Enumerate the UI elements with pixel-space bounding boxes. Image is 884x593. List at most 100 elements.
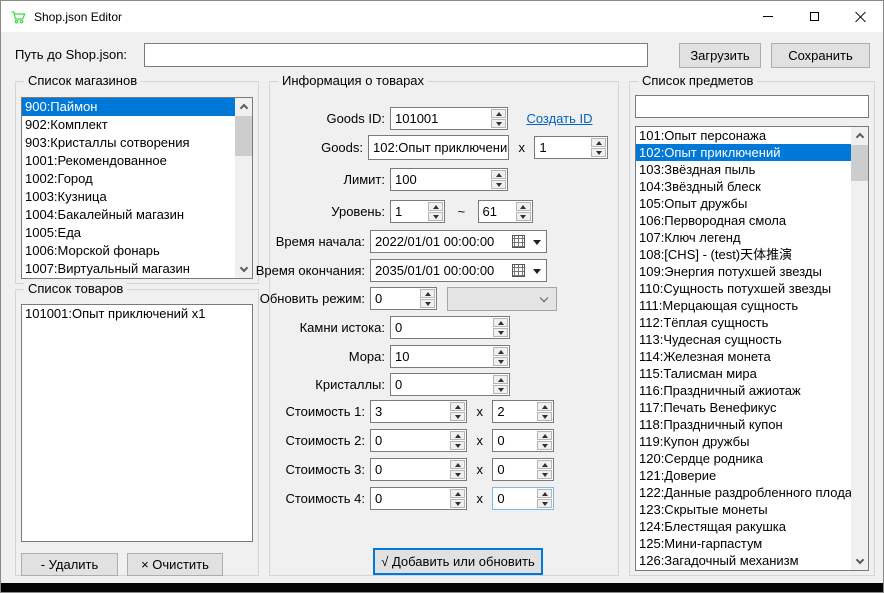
mora-spinner[interactable]: 10 — [390, 345, 510, 368]
shops-scrollbar[interactable] — [235, 98, 252, 278]
cost1-id-spinner[interactable]: 3 — [370, 400, 467, 423]
spin-up-button[interactable] — [591, 138, 606, 147]
list-item[interactable]: 903:Кристаллы сотворения — [22, 134, 235, 152]
spin-up-button[interactable] — [537, 460, 552, 469]
spin-up-button[interactable] — [537, 402, 552, 411]
begin-time-picker[interactable]: 2022/01/01 00:00:00 — [370, 230, 547, 253]
spin-down-button[interactable] — [493, 328, 508, 337]
list-item[interactable]: 1002:Город — [22, 170, 235, 188]
spin-up-button[interactable] — [537, 431, 552, 440]
spin-down-button[interactable] — [420, 299, 435, 308]
list-item[interactable]: 108:[CHS] - (test)天体推演 — [636, 246, 851, 263]
clear-button[interactable]: × Очистить — [127, 553, 223, 576]
list-item[interactable]: 1001:Рекомендованное — [22, 152, 235, 170]
spin-down-button[interactable] — [491, 119, 506, 128]
list-item[interactable]: 115:Талисман мира — [636, 365, 851, 382]
list-item[interactable]: 114:Железная монета — [636, 348, 851, 365]
list-item[interactable]: 1004:Бакалейный магазин — [22, 206, 235, 224]
spin-up-button[interactable] — [493, 375, 508, 384]
spin-down-button[interactable] — [493, 385, 508, 394]
scroll-up-button[interactable] — [235, 98, 252, 115]
list-item[interactable]: 111:Мерцающая сущность — [636, 297, 851, 314]
save-button[interactable]: Сохранить — [771, 43, 870, 68]
list-item[interactable]: 121:Доверие — [636, 467, 851, 484]
scroll-down-button[interactable] — [851, 553, 868, 570]
scroll-thumb[interactable] — [851, 145, 868, 181]
minimize-button[interactable] — [745, 1, 791, 32]
refresh-mode-spinner[interactable]: 0 — [370, 287, 437, 310]
list-item[interactable]: 120:Сердце родника — [636, 450, 851, 467]
spin-down-button[interactable] — [450, 470, 465, 479]
list-item[interactable]: 117:Печать Венефикус — [636, 399, 851, 416]
spin-up-button[interactable] — [450, 402, 465, 411]
list-item[interactable]: 118:Праздничный купон — [636, 416, 851, 433]
list-item[interactable]: 112:Тёплая сущность — [636, 314, 851, 331]
spin-down-button[interactable] — [537, 499, 552, 508]
primogems-spinner[interactable]: 0 — [390, 316, 510, 339]
spin-up-button[interactable] — [493, 347, 508, 356]
goods-count-spinner[interactable]: 1 — [534, 136, 608, 159]
spin-down-button[interactable] — [591, 148, 606, 157]
spin-down-button[interactable] — [537, 441, 552, 450]
level-min-spinner[interactable]: 1 — [390, 200, 445, 223]
cost1-count-spinner[interactable]: 2 — [492, 400, 554, 423]
end-time-picker[interactable]: 2035/01/01 00:00:00 — [370, 259, 547, 282]
list-item[interactable]: 113:Чудесная сущность — [636, 331, 851, 348]
goods-textbox[interactable]: 102:Опыт приключений — [368, 135, 509, 160]
list-item[interactable]: 106:Первородная смола — [636, 212, 851, 229]
spin-down-button[interactable] — [516, 212, 531, 221]
limit-spinner[interactable]: 100 — [390, 168, 508, 191]
list-item[interactable]: 126:Загадочный механизм — [636, 552, 851, 569]
spin-up-button[interactable] — [450, 460, 465, 469]
spin-up-button[interactable] — [450, 431, 465, 440]
list-item[interactable]: 102:Опыт приключений — [636, 144, 851, 161]
goods-id-spinner[interactable]: 101001 — [390, 107, 508, 130]
list-item[interactable]: 1005:Еда — [22, 224, 235, 242]
spin-up-button[interactable] — [491, 170, 506, 179]
spin-down-button[interactable] — [450, 441, 465, 450]
list-item[interactable]: 109:Энергия потухшей звезды — [636, 263, 851, 280]
cost3-id-spinner[interactable]: 0 — [370, 458, 467, 481]
list-item[interactable]: 902:Комплект — [22, 116, 235, 134]
list-item[interactable]: 122:Данные раздробленного плода — [636, 484, 851, 501]
list-item[interactable]: 1006:Морской фонарь — [22, 242, 235, 260]
list-item[interactable]: 119:Купон дружбы — [636, 433, 851, 450]
spin-up-button[interactable] — [493, 318, 508, 327]
spin-down-button[interactable] — [537, 470, 552, 479]
list-item[interactable]: 1007:Виртуальный магазин — [22, 260, 235, 278]
list-item[interactable]: 104:Звёздный блеск — [636, 178, 851, 195]
cost2-count-spinner[interactable]: 0 — [492, 429, 554, 452]
list-item[interactable]: 1003:Кузница — [22, 188, 235, 206]
spin-up-button[interactable] — [516, 202, 531, 211]
cost2-id-spinner[interactable]: 0 — [370, 429, 467, 452]
spin-down-button[interactable] — [493, 357, 508, 366]
scroll-down-button[interactable] — [235, 261, 252, 278]
spin-up-button[interactable] — [450, 489, 465, 498]
refresh-mode-combobox[interactable] — [447, 287, 557, 311]
cost4-count-spinner[interactable]: 0 — [492, 487, 554, 510]
list-item[interactable]: 900:Паймон — [22, 98, 235, 116]
delete-button[interactable]: - Удалить — [21, 553, 118, 576]
spin-down-button[interactable] — [537, 412, 552, 421]
close-button[interactable] — [837, 1, 883, 32]
list-item[interactable]: 123:Скрытые монеты — [636, 501, 851, 518]
items-search-input[interactable] — [635, 95, 869, 118]
spin-up-button[interactable] — [428, 202, 443, 211]
spin-down-button[interactable] — [450, 499, 465, 508]
crystals-spinner[interactable]: 0 — [390, 373, 510, 396]
list-item[interactable]: 110:Сущность потухшей звезды — [636, 280, 851, 297]
list-item[interactable]: 103:Звёздная пыль — [636, 161, 851, 178]
level-max-spinner[interactable]: 61 — [478, 200, 533, 223]
list-item[interactable]: 107:Ключ легенд — [636, 229, 851, 246]
list-item[interactable]: 101:Опыт персонажа — [636, 127, 851, 144]
list-item[interactable]: 105:Опыт дружбы — [636, 195, 851, 212]
scroll-up-button[interactable] — [851, 127, 868, 144]
scroll-thumb[interactable] — [235, 116, 252, 156]
items-scrollbar[interactable] — [851, 127, 868, 570]
path-input[interactable] — [144, 43, 648, 67]
spin-down-button[interactable] — [491, 180, 506, 189]
add-or-update-button[interactable]: √ Добавить или обновить — [373, 548, 543, 575]
list-item[interactable]: 124:Блестящая ракушка — [636, 518, 851, 535]
spin-up-button[interactable] — [491, 109, 506, 118]
load-button[interactable]: Загрузить — [679, 43, 761, 68]
